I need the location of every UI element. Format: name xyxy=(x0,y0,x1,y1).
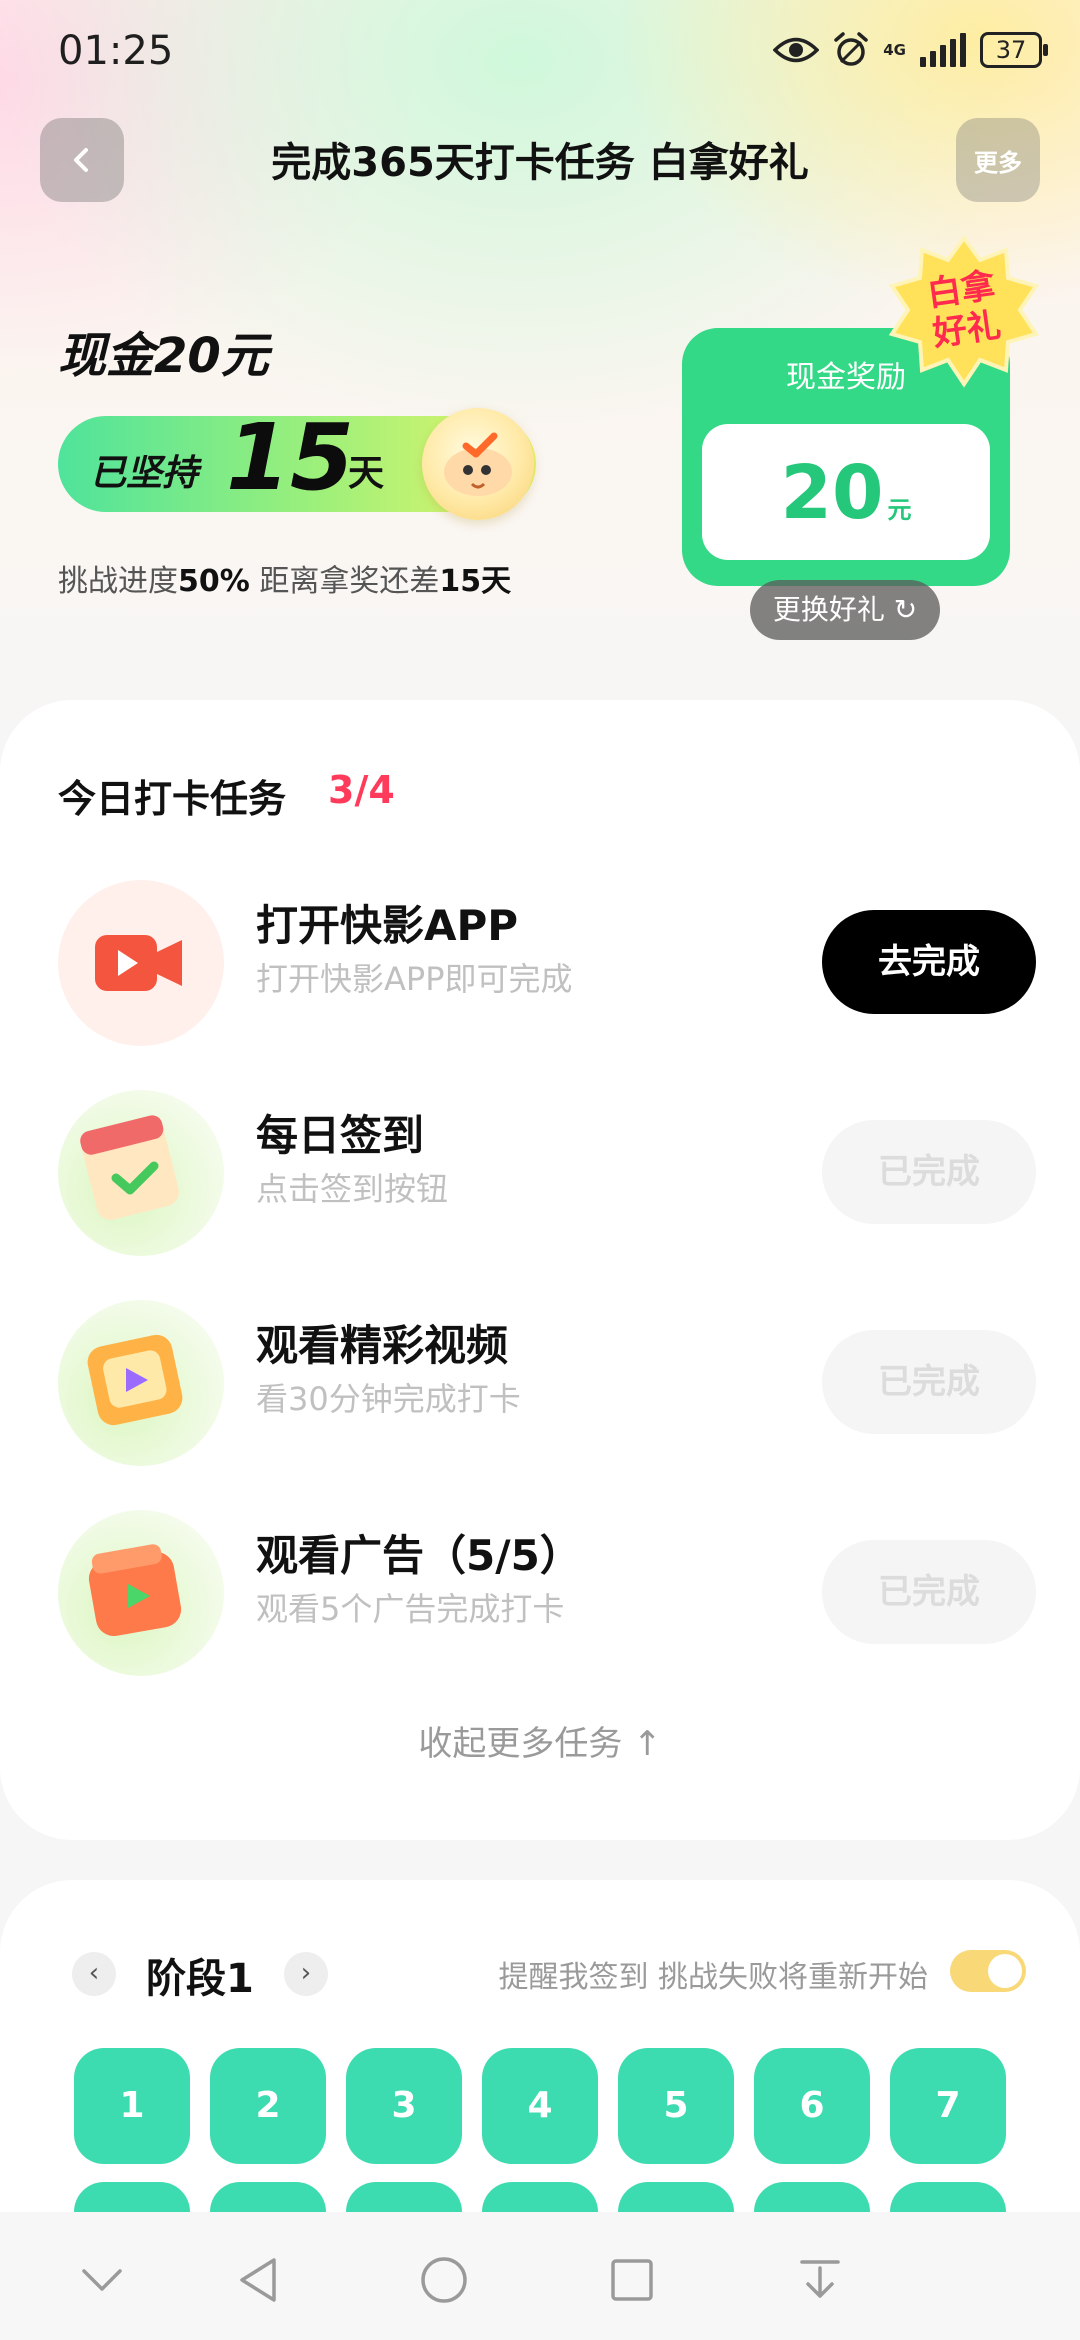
circle-home-icon xyxy=(421,2257,467,2303)
streak-label: 已坚持 xyxy=(90,453,199,494)
day-cell[interactable]: 3 xyxy=(346,2048,462,2164)
task-go-button[interactable]: 去完成 xyxy=(822,910,1036,1014)
next-stage-button[interactable]: › xyxy=(284,1952,328,1996)
task-row: 观看广告（5/5） 观看5个广告完成打卡 已完成 xyxy=(0,1510,1080,1690)
day-cell[interactable]: 2 xyxy=(210,2048,326,2164)
system-nav-bar xyxy=(0,2212,1080,2340)
calendar-check-icon xyxy=(58,1090,224,1256)
cash-amount-unit: 元 xyxy=(887,496,912,524)
signal-icon xyxy=(920,33,966,67)
video-camera-icon xyxy=(58,880,224,1046)
streak-unit: 天 xyxy=(348,453,385,494)
alarm-icon xyxy=(834,32,868,66)
task-subtitle: 观看5个广告完成打卡 xyxy=(256,1590,565,1628)
task-heading: 今日打卡任务 xyxy=(58,777,287,821)
status-time: 01:25 xyxy=(58,28,174,74)
remaining-days: 15天 xyxy=(439,564,512,599)
triangle-back-icon xyxy=(240,2258,276,2302)
task-done-button[interactable]: 已完成 xyxy=(822,1330,1036,1434)
nav-recents-button[interactable] xyxy=(602,2250,662,2310)
task-title: 观看精彩视频 xyxy=(256,1321,509,1370)
reward-name: 现金20元 xyxy=(58,328,269,384)
nav-back-button[interactable] xyxy=(228,2250,288,2310)
prev-stage-button[interactable]: ‹ xyxy=(72,1952,116,1996)
progress-middle: 距离拿奖还差 xyxy=(249,564,440,599)
task-row: 打开快影APP 打开快影APP即可完成 去完成 xyxy=(0,880,1080,1060)
cash-amount-box: 20 元 xyxy=(702,424,990,560)
task-title: 观看广告（5/5） xyxy=(256,1531,582,1580)
pull-down-icon xyxy=(800,2260,840,2298)
day-cell[interactable]: 6 xyxy=(754,2048,870,2164)
mascot-icon xyxy=(422,408,534,520)
task-subtitle: 看30分钟完成打卡 xyxy=(256,1380,521,1418)
task-done-button[interactable]: 已完成 xyxy=(822,1540,1036,1644)
status-icons: 4G 37 xyxy=(773,28,1048,72)
day-cell[interactable]: 1 xyxy=(74,2048,190,2164)
chevron-down-icon xyxy=(82,2269,122,2291)
more-button[interactable]: 更多 xyxy=(956,118,1040,202)
nav-home-button[interactable] xyxy=(414,2250,474,2310)
network-type: 4G xyxy=(883,41,906,59)
task-row: 观看精彩视频 看30分钟完成打卡 已完成 xyxy=(0,1300,1080,1480)
daily-task-card: 今日打卡任务 3/4 打开快影APP 打开快影APP即可完成 去完成 每日签到 … xyxy=(0,700,1080,1840)
task-title: 打开快影APP xyxy=(256,901,519,950)
cash-amount: 20 元 xyxy=(702,450,990,536)
progress-prefix: 挑战进度 xyxy=(58,564,178,599)
streak-pill: 已坚持 15 天 xyxy=(58,404,536,520)
progress-value: 50% xyxy=(178,564,250,599)
cash-amount-value: 20 xyxy=(780,450,884,536)
battery-icon: 37 xyxy=(980,32,1048,68)
day-cell[interactable]: 4 xyxy=(482,2048,598,2164)
stage-hint: 提醒我签到 挑战失败将重新开始 xyxy=(498,1960,928,1995)
task-row: 每日签到 点击签到按钮 已完成 xyxy=(0,1090,1080,1270)
streak-days: 15 xyxy=(226,404,355,511)
day-cell[interactable]: 5 xyxy=(618,2048,734,2164)
reminder-toggle[interactable] xyxy=(950,1950,1026,1992)
nav-notification-button[interactable] xyxy=(790,2250,850,2310)
collapse-tasks-button[interactable]: 收起更多任务 ↑ xyxy=(0,1716,1080,1765)
challenge-progress: 挑战进度50% 距离拿奖还差15天 xyxy=(58,556,511,600)
nav-down-button[interactable] xyxy=(72,2250,132,2310)
swap-gift-button[interactable]: 更换好礼 ↻ xyxy=(750,580,940,640)
stage-title: 阶段1 xyxy=(146,1956,254,2002)
task-done-button[interactable]: 已完成 xyxy=(822,1120,1036,1224)
status-bar: 01:25 4G 37 xyxy=(0,0,1080,100)
ad-play-icon xyxy=(58,1510,224,1676)
day-cell[interactable]: 7 xyxy=(890,2048,1006,2164)
page-title: 完成365天打卡任务 白拿好礼 xyxy=(271,140,809,186)
video-play-icon xyxy=(58,1300,224,1466)
task-subtitle: 点击签到按钮 xyxy=(256,1170,449,1208)
task-count: 3/4 xyxy=(328,768,395,812)
eye-icon xyxy=(773,37,820,63)
task-title: 每日签到 xyxy=(256,1111,425,1160)
square-recents-icon xyxy=(611,2259,653,2301)
task-subtitle: 打开快影APP即可完成 xyxy=(256,960,573,998)
